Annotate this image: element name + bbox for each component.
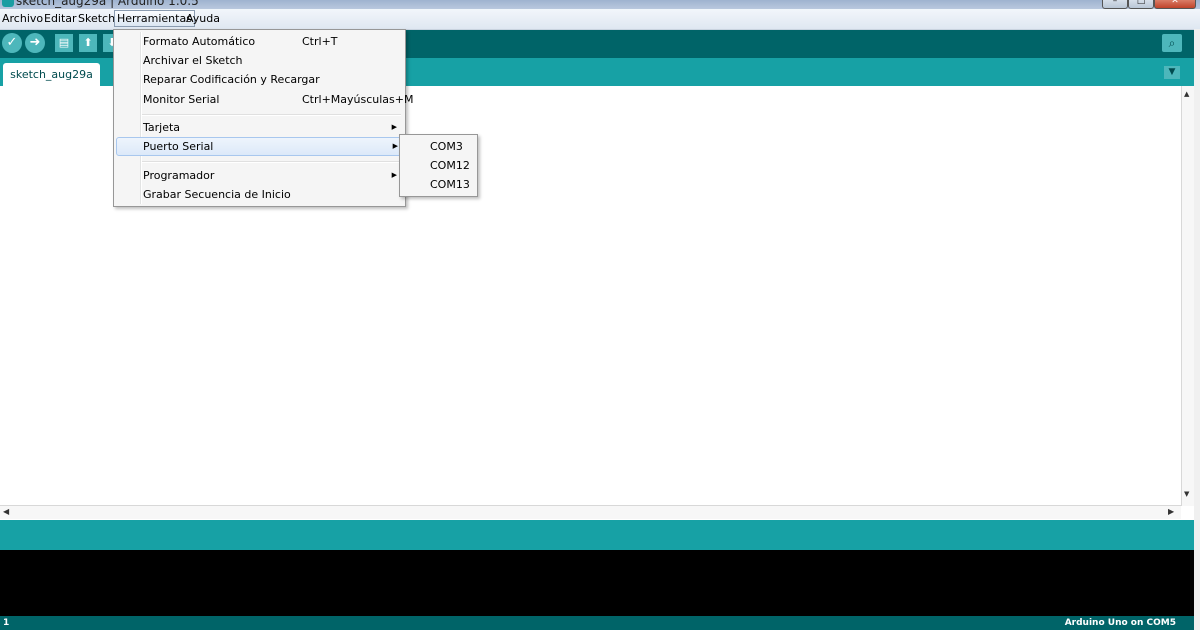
submenu-item-label: COM13: [430, 178, 470, 191]
submenu-item-com3[interactable]: COM3: [402, 137, 475, 156]
open-icon[interactable]: ⬆: [79, 34, 97, 52]
submenu-arrow-icon: ▶: [391, 123, 397, 131]
menu-archivo[interactable]: Archivo: [0, 11, 45, 26]
menu-separator: [142, 114, 401, 116]
maximize-button[interactable]: □: [1128, 0, 1154, 9]
submenu-item-label: COM3: [430, 140, 463, 153]
menu-herramientas[interactable]: Herramientas: [114, 10, 195, 27]
window-title: sketch_aug29a | Arduino 1.0.5: [2, 0, 199, 8]
magnifier-icon[interactable]: ⌕: [1162, 34, 1182, 52]
line-number: 1: [3, 618, 10, 628]
serial-port-submenu: COM3 COM12 COM13: [399, 134, 478, 197]
scroll-right-icon[interactable]: ▶: [1168, 507, 1174, 516]
upload-icon[interactable]: ➜: [25, 33, 45, 53]
scroll-down-icon[interactable]: ▼: [1184, 490, 1189, 498]
menu-bar: Archivo Editar Sketch Herramientas Ayuda: [0, 9, 1200, 30]
menu-item-puerto-serial[interactable]: Puerto Serial ▶: [116, 137, 405, 156]
menu-sketch[interactable]: Sketch: [76, 11, 117, 26]
minimize-button[interactable]: –: [1102, 0, 1128, 9]
vertical-scrollbar[interactable]: ▲ ▼: [1181, 86, 1195, 506]
board-status: Arduino Uno on COM5: [1064, 618, 1176, 628]
menu-item-tarjeta[interactable]: Tarjeta ▶: [116, 118, 403, 137]
menu-ayuda[interactable]: Ayuda: [184, 11, 222, 26]
submenu-arrow-icon: ▶: [392, 142, 398, 150]
console-output: [0, 550, 1194, 616]
menu-editar[interactable]: Editar: [42, 11, 79, 26]
tab-sketch[interactable]: sketch_aug29a: [3, 63, 100, 86]
menu-item-label: Monitor Serial: [143, 93, 220, 106]
menu-item-label: Tarjeta: [143, 121, 181, 134]
triangle-down-icon[interactable]: ▼: [1164, 66, 1180, 79]
new-icon[interactable]: ▤: [55, 34, 73, 52]
menu-item-programador[interactable]: Programador ▶: [116, 166, 403, 185]
menu-item-monitor-serial[interactable]: Monitor Serial Ctrl+Mayúsculas+M: [116, 90, 414, 109]
scroll-up-icon[interactable]: ▲: [1184, 90, 1189, 98]
menu-item-shortcut: Ctrl+T: [302, 35, 338, 48]
menu-item-reparar-codificacion[interactable]: Reparar Codificación y Recargar: [116, 70, 403, 89]
submenu-item-label: COM12: [430, 159, 470, 172]
menu-item-label: Archivar el Sketch: [143, 54, 243, 67]
title-bar: sketch_aug29a | Arduino 1.0.5 – □ ✕: [0, 0, 1200, 9]
verify-icon[interactable]: ✓: [2, 33, 22, 53]
close-button[interactable]: ✕: [1154, 0, 1196, 9]
horizontal-scrollbar[interactable]: ◀ ▶: [0, 505, 1181, 519]
status-bar: [0, 520, 1194, 550]
window-title-text: sketch_aug29a | Arduino 1.0.5: [16, 0, 199, 8]
arduino-app-icon: [2, 0, 14, 7]
scroll-left-icon[interactable]: ◀: [3, 507, 9, 516]
menu-item-label: Formato Automático: [143, 35, 256, 48]
menu-item-archivar-sketch[interactable]: Archivar el Sketch: [116, 51, 403, 70]
submenu-arrow-icon: ▶: [391, 171, 397, 179]
menu-item-formato-automatico[interactable]: Formato Automático Ctrl+T: [116, 32, 403, 51]
menu-item-shortcut: Ctrl+Mayúsculas+M: [302, 93, 414, 106]
window-edge: [1194, 29, 1200, 630]
menu-separator: [142, 161, 401, 163]
submenu-item-com13[interactable]: COM13: [402, 175, 475, 194]
menu-item-label: Programador: [143, 169, 215, 182]
tools-menu: Formato Automático Ctrl+T Archivar el Sk…: [113, 29, 414, 207]
footer-bar: 1 Arduino Uno on COM5: [0, 616, 1194, 630]
menu-item-label: Puerto Serial: [143, 140, 214, 153]
submenu-item-com12[interactable]: COM12: [402, 156, 475, 175]
menu-item-label: Grabar Secuencia de Inicio: [143, 188, 291, 201]
menu-item-grabar-secuencia[interactable]: Grabar Secuencia de Inicio: [116, 185, 403, 204]
menu-item-label: Reparar Codificación y Recargar: [143, 73, 320, 86]
